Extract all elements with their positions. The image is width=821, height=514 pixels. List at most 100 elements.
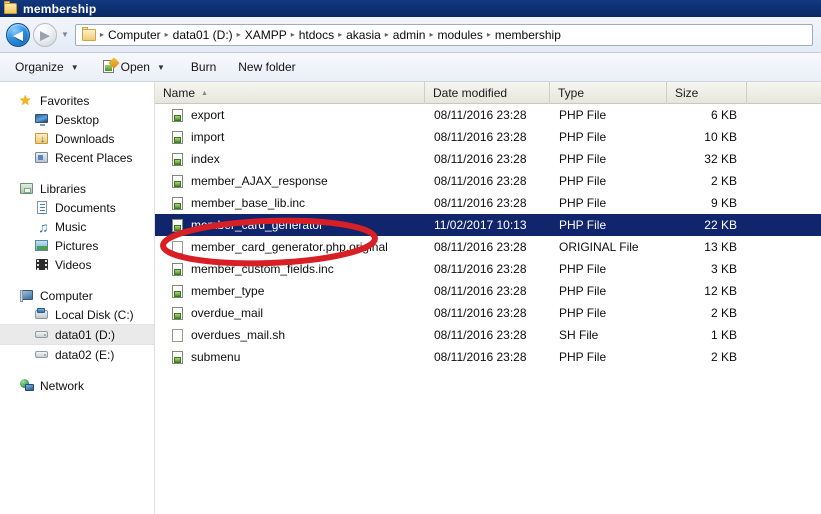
new-folder-button[interactable]: New folder xyxy=(231,56,302,78)
breadcrumb-item-xampp[interactable]: XAMPP xyxy=(242,27,290,43)
breadcrumb-item-admin[interactable]: admin xyxy=(390,27,429,43)
column-header-date-modified[interactable]: Date modified xyxy=(425,82,550,104)
address-input[interactable]: ▸ Computer ▸ data01 (D:) ▸ XAMPP ▸ htdoc… xyxy=(74,23,813,46)
table-row[interactable]: member_card_generator.php.original 08/11… xyxy=(155,236,821,258)
breadcrumb-item-modules[interactable]: modules xyxy=(435,27,486,43)
file-name: member_custom_fields.inc xyxy=(191,262,334,276)
sidebar-item-recent-places[interactable]: Recent Places xyxy=(0,148,154,167)
burn-button[interactable]: Burn xyxy=(184,56,223,78)
file-size-cell: 32 KB xyxy=(704,152,737,166)
php-file-icon xyxy=(172,152,185,167)
sidebar-item-label: Downloads xyxy=(55,131,115,146)
sidebar-item-music[interactable]: ♫ Music xyxy=(0,217,154,236)
sidebar-group-favorites[interactable]: ★ Favorites xyxy=(0,91,154,110)
file-size-cell: 22 KB xyxy=(704,218,737,232)
table-row[interactable]: submenu 08/11/2016 23:28 PHP File 2 KB xyxy=(155,346,821,368)
file-date-cell: 11/02/2017 10:13 xyxy=(434,218,527,232)
file-name: member_AJAX_response xyxy=(191,174,328,188)
picture-icon xyxy=(34,238,50,253)
open-button[interactable]: Open ▼ xyxy=(96,56,172,78)
sidebar-item-label: Local Disk (C:) xyxy=(55,307,134,322)
file-size-cell: 3 KB xyxy=(710,262,737,276)
breadcrumb-item-data01[interactable]: data01 (D:) xyxy=(170,27,236,43)
sidebar-item-pictures[interactable]: Pictures xyxy=(0,236,154,255)
table-row[interactable]: member_base_lib.inc 08/11/2016 23:28 PHP… xyxy=(155,192,821,214)
file-size-cell: 10 KB xyxy=(704,130,737,144)
sidebar-item-videos[interactable]: Videos xyxy=(0,255,154,274)
forward-button[interactable]: ▶ xyxy=(33,22,57,47)
sidebar-item-desktop[interactable]: Desktop xyxy=(0,110,154,129)
file-name-cell: index xyxy=(155,148,425,170)
table-row[interactable]: export 08/11/2016 23:28 PHP File 6 KB xyxy=(155,104,821,126)
sidebar-group-libraries[interactable]: Libraries xyxy=(0,179,154,198)
libraries-icon xyxy=(19,181,35,196)
file-name: member_type xyxy=(191,284,265,298)
column-header-label: Date modified xyxy=(433,86,508,100)
sidebar-item-downloads[interactable]: ↓ Downloads xyxy=(0,129,154,148)
file-size-cell: 2 KB xyxy=(710,350,737,364)
file-type-cell: PHP File xyxy=(559,196,607,210)
table-row-selected[interactable]: member_card_generator 11/02/2017 10:13 P… xyxy=(155,214,821,236)
sidebar-item-data02[interactable]: data02 (E:) xyxy=(0,345,154,364)
folder-icon xyxy=(4,1,17,14)
file-date-cell: 08/11/2016 23:28 xyxy=(434,306,527,320)
sidebar-group-computer[interactable]: Computer xyxy=(0,286,154,305)
column-header-label: Type xyxy=(558,86,585,100)
table-row[interactable]: member_type 08/11/2016 23:28 PHP File 12… xyxy=(155,280,821,302)
sidebar-item-documents[interactable]: Documents xyxy=(0,198,154,217)
table-row[interactable]: member_AJAX_response 08/11/2016 23:28 PH… xyxy=(155,170,821,192)
file-rows: export 08/11/2016 23:28 PHP File 6 KB im… xyxy=(155,104,821,368)
chevron-down-icon[interactable]: ▼ xyxy=(61,30,69,39)
drive-icon xyxy=(34,347,50,362)
sidebar-item-local-disk-c[interactable]: Local Disk (C:) xyxy=(0,305,154,324)
file-date-cell: 08/11/2016 23:28 xyxy=(434,240,527,254)
php-file-icon xyxy=(172,130,185,145)
star-icon: ★ xyxy=(19,92,32,108)
file-type-cell: SH File xyxy=(559,328,599,342)
column-header-type[interactable]: Type xyxy=(550,82,667,104)
php-file-icon xyxy=(172,174,185,189)
file-type-cell: PHP File xyxy=(559,174,607,188)
file-type-cell: PHP File xyxy=(559,218,607,232)
table-row[interactable]: overdue_mail 08/11/2016 23:28 PHP File 2… xyxy=(155,302,821,324)
column-header-name[interactable]: Name ▲ xyxy=(155,82,425,104)
file-date-cell: 08/11/2016 23:28 xyxy=(434,108,527,122)
file-date-cell: 08/11/2016 23:28 xyxy=(434,152,527,166)
organize-button[interactable]: Organize ▼ xyxy=(8,56,86,78)
column-header-size[interactable]: Size xyxy=(667,82,747,104)
sidebar-item-label: Music xyxy=(55,219,87,234)
table-row[interactable]: member_custom_fields.inc 08/11/2016 23:2… xyxy=(155,258,821,280)
back-button[interactable]: ◀ xyxy=(6,22,30,47)
file-type-cell: PHP File xyxy=(559,306,607,320)
music-note-icon: ♫ xyxy=(38,219,49,235)
file-size-cell: 9 KB xyxy=(710,196,737,210)
file-type-cell: PHP File xyxy=(559,284,607,298)
title-bar: membership xyxy=(0,0,821,17)
table-row[interactable]: overdues_mail.sh 08/11/2016 23:28 SH Fil… xyxy=(155,324,821,346)
new-folder-label: New folder xyxy=(238,60,296,74)
file-size-cell: 12 KB xyxy=(704,284,737,298)
sidebar-group-label: Network xyxy=(40,378,85,393)
breadcrumb-item-htdocs[interactable]: htdocs xyxy=(296,27,337,43)
breadcrumb-item-akasia[interactable]: akasia xyxy=(343,27,384,43)
explorer-window: membership ◀ ▶ ▼ ▸ Computer ▸ data01 (D:… xyxy=(0,0,821,514)
sidebar-group-label: Favorites xyxy=(40,93,90,108)
table-row[interactable]: import 08/11/2016 23:28 PHP File 10 KB xyxy=(155,126,821,148)
breadcrumb-item-membership[interactable]: membership xyxy=(492,27,564,43)
file-name: overdue_mail xyxy=(191,306,264,320)
sidebar-item-data01[interactable]: data01 (D:) xyxy=(0,324,154,345)
file-type-cell: PHP File xyxy=(559,262,607,276)
file-type-cell: PHP File xyxy=(559,350,607,364)
sidebar-item-network[interactable]: Network xyxy=(0,376,154,395)
file-name-cell: member_card_generator.php.original xyxy=(155,236,425,258)
file-type-cell: PHP File xyxy=(559,130,607,144)
video-film-icon xyxy=(34,257,50,272)
file-name: member_card_generator.php.original xyxy=(191,240,388,254)
file-name-cell: member_type xyxy=(155,280,425,302)
breadcrumb-item-computer[interactable]: Computer xyxy=(105,27,164,43)
document-icon xyxy=(34,200,50,215)
organize-label: Organize xyxy=(15,60,64,74)
table-row[interactable]: index 08/11/2016 23:28 PHP File 32 KB xyxy=(155,148,821,170)
file-name: index xyxy=(191,152,220,166)
php-file-icon xyxy=(172,218,185,233)
